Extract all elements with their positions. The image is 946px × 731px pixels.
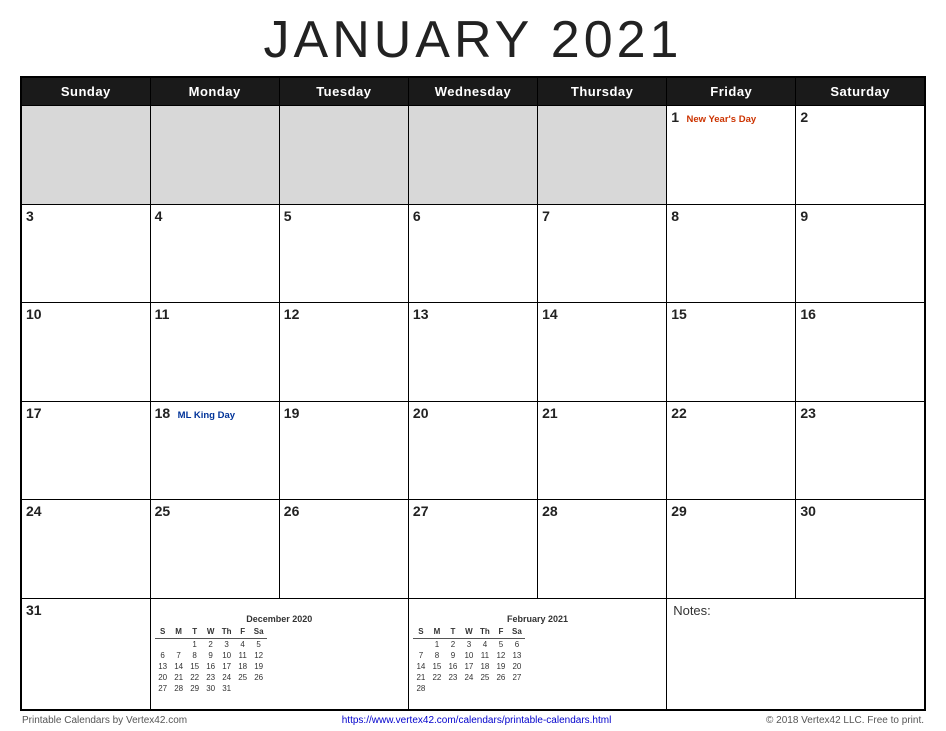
week-row-5: 31 December 2020SMTWThFSa1234567891011121…	[21, 598, 925, 710]
date-number: 10	[26, 306, 42, 322]
day-cell-16: 16	[796, 303, 925, 402]
footer-right: © 2018 Vertex42 LLC. Free to print.	[766, 715, 924, 726]
holiday-label: ML King Day	[178, 410, 235, 421]
header-sunday: Sunday	[21, 77, 150, 106]
notes-cell: Notes:	[667, 598, 925, 710]
day-cell-empty-3	[408, 106, 537, 205]
day-cell-8: 8	[667, 204, 796, 303]
day-cell-4: 4	[150, 204, 279, 303]
date-number: 12	[284, 306, 300, 322]
date-number: 27	[413, 503, 429, 519]
calendar-body: 1 New Year's Day234567891011121314151617…	[21, 106, 925, 711]
week-row-4: 24 25 26 27 28 29 30	[21, 500, 925, 599]
date-number: 4	[155, 208, 163, 224]
day-31: 31	[21, 598, 150, 710]
date-number: 13	[413, 306, 429, 322]
day-cell-empty-1	[150, 106, 279, 205]
calendar-title: JANUARY 2021	[264, 10, 683, 70]
day-cell-10: 10	[21, 303, 150, 402]
date-number: 14	[542, 306, 558, 322]
day-cell-24: 24	[21, 500, 150, 599]
date-number: 24	[26, 503, 42, 519]
date-number: 20	[413, 405, 429, 421]
date-number: 3	[26, 208, 34, 224]
week-row-1: 3 4 5 6 7 8 9	[21, 204, 925, 303]
header-saturday: Saturday	[796, 77, 925, 106]
date-number: 21	[542, 405, 558, 421]
day-cell-18: 18 ML King Day	[150, 401, 279, 500]
day-cell-25: 25	[150, 500, 279, 599]
date-number: 15	[671, 306, 687, 322]
day-cell-empty-0	[21, 106, 150, 205]
footer-link[interactable]: https://www.vertex42.com/calendars/print…	[342, 715, 612, 726]
date-number: 8	[671, 208, 679, 224]
header-wednesday: Wednesday	[408, 77, 537, 106]
date-number: 11	[155, 306, 170, 322]
date-number: 23	[800, 405, 816, 421]
day-cell-17: 17	[21, 401, 150, 500]
mini-dec-cell: December 2020SMTWThFSa123456789101112131…	[150, 598, 408, 710]
week-row-0: 1 New Year's Day2	[21, 106, 925, 205]
date-number: 5	[284, 208, 292, 224]
header-friday: Friday	[667, 77, 796, 106]
header-tuesday: Tuesday	[279, 77, 408, 106]
mini-feb-cell: February 2021SMTWThFSa123456789101112131…	[408, 598, 666, 710]
day-cell-27: 27	[408, 500, 537, 599]
day-cell-empty-2	[279, 106, 408, 205]
day-cell-26: 26	[279, 500, 408, 599]
day-cell-6: 6	[408, 204, 537, 303]
date-number: 2	[800, 109, 808, 125]
holiday-label: New Year's Day	[686, 114, 756, 125]
date-number: 19	[284, 405, 300, 421]
day-cell-11: 11	[150, 303, 279, 402]
date-number: 28	[542, 503, 558, 519]
date-number: 22	[671, 405, 687, 421]
date-number: 29	[671, 503, 687, 519]
calendar-footer: Printable Calendars by Vertex42.com http…	[20, 715, 926, 726]
calendar-header-row: SundayMondayTuesdayWednesdayThursdayFrid…	[21, 77, 925, 106]
notes-label: Notes:	[673, 603, 711, 618]
date-number: 30	[800, 503, 816, 519]
date-number: 7	[542, 208, 550, 224]
day-cell-28: 28	[538, 500, 667, 599]
day-cell-21: 21	[538, 401, 667, 500]
date-number: 6	[413, 208, 421, 224]
calendar-table: SundayMondayTuesdayWednesdayThursdayFrid…	[20, 76, 926, 711]
header-thursday: Thursday	[538, 77, 667, 106]
day-cell-13: 13	[408, 303, 537, 402]
day-cell-23: 23	[796, 401, 925, 500]
date-number: 9	[800, 208, 808, 224]
date-number: 17	[26, 405, 42, 421]
day-cell-5: 5	[279, 204, 408, 303]
date-number: 26	[284, 503, 300, 519]
day-cell-3: 3	[21, 204, 150, 303]
header-monday: Monday	[150, 77, 279, 106]
day-cell-9: 9	[796, 204, 925, 303]
date-number: 16	[800, 306, 816, 322]
week-row-3: 17 18 ML King Day 19 20 21 22 23	[21, 401, 925, 500]
day-cell-14: 14	[538, 303, 667, 402]
day-cell-20: 20	[408, 401, 537, 500]
day-cell-12: 12	[279, 303, 408, 402]
day-cell-15: 15	[667, 303, 796, 402]
date-number: 31	[26, 602, 42, 618]
date-number: 1	[671, 109, 679, 125]
date-number: 25	[155, 503, 171, 519]
day-cell-29: 29	[667, 500, 796, 599]
day-cell-2: 2	[796, 106, 925, 205]
day-cell-7: 7	[538, 204, 667, 303]
date-number: 18	[155, 405, 171, 421]
day-cell-30: 30	[796, 500, 925, 599]
day-cell-22: 22	[667, 401, 796, 500]
week-row-2: 10 11 12 13 14 15 16	[21, 303, 925, 402]
day-cell-empty-4	[538, 106, 667, 205]
day-cell-1: 1 New Year's Day	[667, 106, 796, 205]
footer-left: Printable Calendars by Vertex42.com	[22, 715, 187, 726]
day-cell-19: 19	[279, 401, 408, 500]
